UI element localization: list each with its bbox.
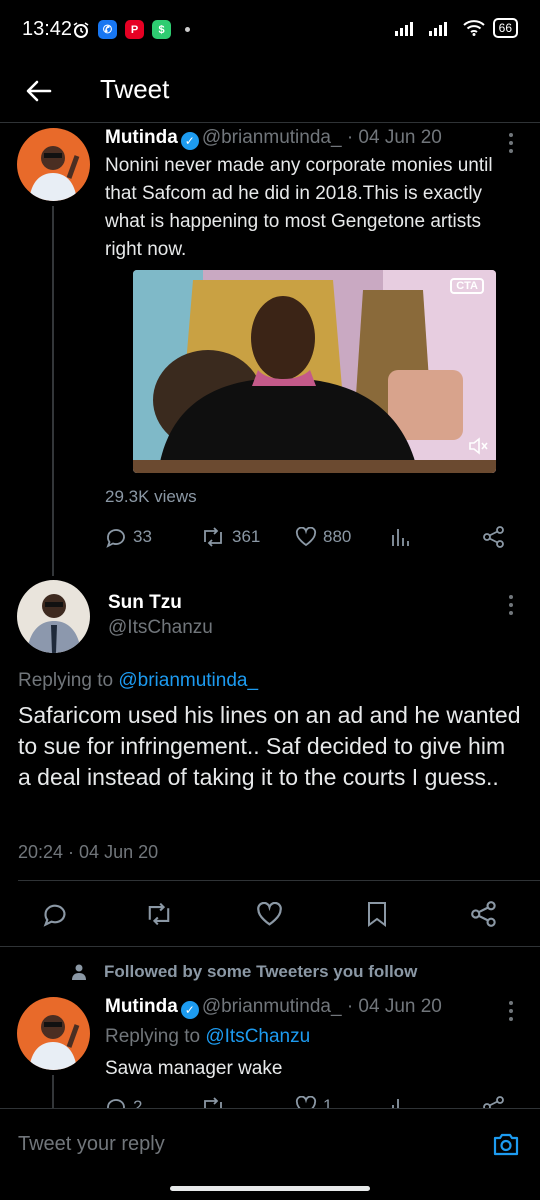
tweet-date: · 04 Jun 20 (346, 996, 442, 1017)
heart-icon (295, 527, 317, 547)
tweet-date: · 04 Jun 20 (346, 127, 442, 148)
replying-to-label: Replying to (18, 670, 114, 691)
author-name[interactable]: Sun Tzu (108, 592, 182, 614)
video-watermark: CTA (450, 278, 484, 294)
status-time: 13:42 (22, 18, 73, 40)
bookmark-icon (368, 902, 386, 927)
replying-to-label: Replying to (105, 1026, 201, 1047)
replying-to: Replying to @ItsChanzu (105, 1026, 310, 1048)
battery-indicator: 66 (492, 18, 518, 38)
signal-icon (394, 20, 421, 36)
author-name[interactable]: Mutinda (105, 996, 178, 1017)
person-icon (72, 964, 86, 980)
system-icons: 66 (394, 18, 518, 38)
analytics-button[interactable] (389, 526, 411, 548)
share-button[interactable] (471, 901, 497, 927)
thread-line (52, 206, 54, 576)
avatar-mutinda[interactable] (17, 997, 90, 1070)
tweet-header: Mutinda ✓ @brianmutinda_ · 04 Jun 20 (105, 996, 442, 1019)
replying-to: Replying to @brianmutinda_ (18, 670, 258, 692)
tweet-text: Safaricom used his lines on an ad and he… (18, 702, 521, 790)
mute-icon[interactable] (468, 437, 488, 455)
header-divider (0, 122, 540, 123)
pinterest-icon: P (125, 20, 144, 39)
retweet-button[interactable] (144, 901, 174, 927)
tweet-timestamp: 20:24 · 04 Jun 20 (18, 842, 159, 862)
reply-button[interactable] (42, 901, 68, 927)
avatar-sun-tzu[interactable] (17, 580, 90, 653)
reply-count: 33 (133, 527, 152, 546)
retweet-button[interactable]: 361 (200, 526, 260, 548)
tweet-actions: 33 361 880 (105, 524, 510, 550)
status-bar: 13:42 ✆ P $ 66 (0, 0, 540, 62)
wifi-icon (462, 20, 485, 36)
retweet-icon (148, 902, 170, 926)
page-title: Tweet (100, 74, 170, 104)
tweet-header: Mutinda ✓ @brianmutinda_ · 04 Jun 20 (105, 127, 442, 150)
reply-composer: Tweet your reply (0, 1108, 540, 1181)
author-handle[interactable]: @brianmutinda_ (202, 996, 342, 1017)
author-handle[interactable]: @brianmutinda_ (202, 127, 342, 148)
verified-badge-icon: ✓ (180, 132, 199, 150)
verified-badge-icon: ✓ (180, 1001, 199, 1019)
phone-app-icon: ✆ (98, 20, 117, 39)
actions-divider (0, 946, 540, 947)
money-app-icon: $ (152, 20, 171, 39)
more-options-icon[interactable] (508, 594, 514, 616)
more-notifications-icon (185, 27, 190, 32)
view-count: 29.3K views (105, 487, 197, 506)
heart-icon (257, 901, 282, 926)
bookmark-button[interactable] (366, 901, 388, 927)
like-count: 880 (323, 527, 352, 546)
tweet-text: Nonini never made any corporate monies u… (105, 155, 493, 260)
avatar-mutinda[interactable] (17, 128, 90, 201)
alarm-icon (72, 21, 90, 39)
focused-tweet-actions (0, 898, 540, 930)
tweet-video[interactable]: CTA (133, 270, 496, 473)
share-icon (471, 901, 496, 927)
app-bar: Tweet (0, 62, 540, 122)
replying-to-link[interactable]: @brianmutinda_ (118, 670, 258, 691)
analytics-icon (392, 529, 409, 546)
reply-button[interactable]: 33 (105, 526, 152, 548)
back-arrow-icon[interactable] (24, 76, 54, 106)
timestamp-divider (18, 880, 540, 881)
reply-icon (106, 529, 125, 548)
social-context: Followed by some Tweeters you follow (72, 962, 417, 982)
reply-icon (43, 904, 66, 927)
signal-2-icon (428, 20, 455, 36)
home-indicator[interactable] (170, 1186, 370, 1191)
notification-icons: ✆ P $ (72, 20, 190, 39)
replying-to-link[interactable]: @ItsChanzu (205, 1026, 310, 1047)
like-button[interactable]: 880 (295, 527, 351, 547)
more-options-icon[interactable] (508, 1000, 514, 1022)
camera-icon[interactable] (492, 1131, 520, 1157)
author-handle[interactable]: @ItsChanzu (108, 617, 213, 639)
reply-input[interactable]: Tweet your reply (18, 1133, 165, 1156)
retweet-icon (204, 527, 222, 547)
like-button[interactable] (256, 901, 283, 927)
more-options-icon[interactable] (508, 132, 514, 154)
thread-line (52, 1075, 54, 1108)
share-button[interactable] (483, 526, 505, 548)
social-context-text: Followed by some Tweeters you follow (104, 962, 418, 981)
share-icon (483, 526, 504, 548)
author-name[interactable]: Mutinda (105, 127, 178, 148)
retweet-count: 361 (232, 527, 261, 546)
tweet-text: Sawa manager wake (105, 1058, 283, 1079)
